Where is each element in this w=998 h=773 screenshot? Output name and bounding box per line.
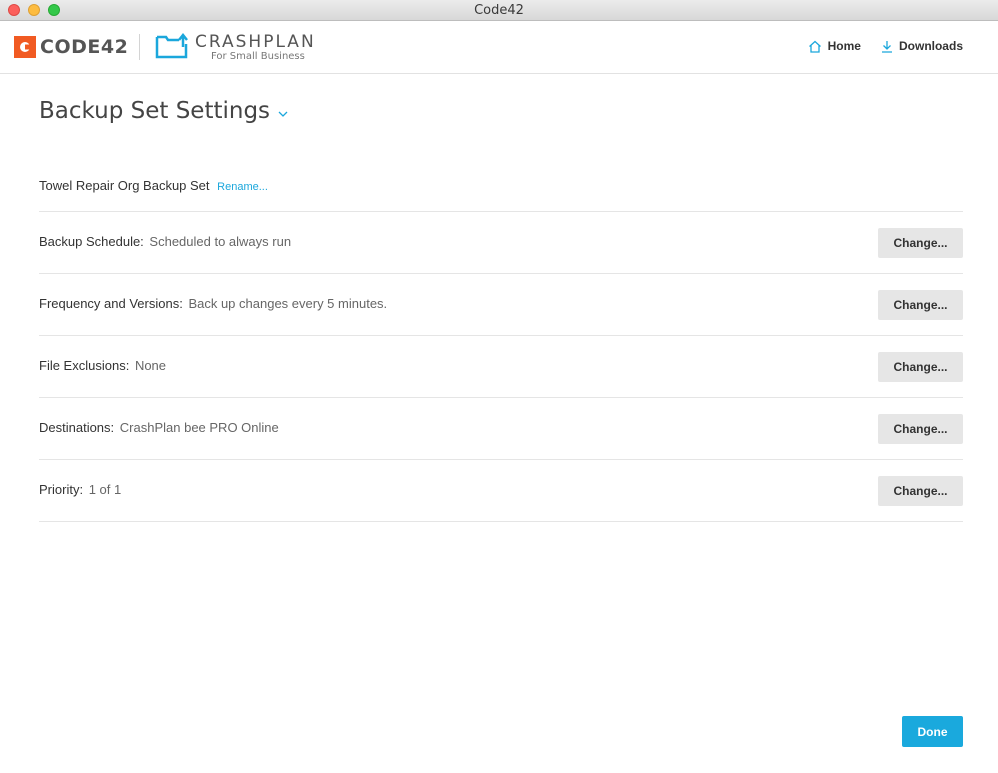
- setting-row-priority: Priority: 1 of 1 Change...: [39, 460, 963, 522]
- backup-set-name-row: Towel Repair Org Backup Set Rename...: [39, 150, 963, 212]
- settings-list: Towel Repair Org Backup Set Rename... Ba…: [39, 150, 963, 522]
- setting-label: Backup Schedule:: [39, 234, 144, 249]
- setting-value: 1 of 1: [88, 482, 122, 497]
- setting-row-destinations: Destinations: CrashPlan bee PRO Online C…: [39, 398, 963, 460]
- nav-downloads-label: Downloads: [898, 39, 963, 53]
- setting-label: Frequency and Versions:: [39, 296, 183, 311]
- setting-value: Scheduled to always run: [149, 234, 292, 249]
- change-destinations-button[interactable]: Change...: [878, 414, 963, 444]
- crashplan-folder-icon: [155, 33, 188, 59]
- nav-home-label: Home: [827, 39, 861, 53]
- crashplan-logo: CRASHPLAN For Small Business: [155, 33, 316, 62]
- window-titlebar: Code42: [0, 0, 998, 21]
- setting-row-file-exclusions: File Exclusions: None Change...: [39, 336, 963, 398]
- change-backup-schedule-button[interactable]: Change...: [878, 228, 963, 258]
- app-header: CODE42 CRASHPLAN For Small Business Home…: [0, 21, 998, 74]
- setting-value: Back up changes every 5 minutes.: [188, 296, 388, 311]
- change-priority-button[interactable]: Change...: [878, 476, 963, 506]
- backup-set-name: Towel Repair Org Backup Set: [39, 178, 210, 193]
- chevron-down-icon: [278, 111, 288, 117]
- crashplan-logo-name: CRASHPLAN: [195, 32, 316, 52]
- setting-label: File Exclusions:: [39, 358, 130, 373]
- header-nav: Home Downloads: [808, 39, 963, 53]
- change-frequency-button[interactable]: Change...: [878, 290, 963, 320]
- page-title-dropdown[interactable]: Backup Set Settings: [39, 98, 288, 124]
- setting-label: Destinations:: [39, 420, 115, 435]
- setting-row-frequency-versions: Frequency and Versions: Back up changes …: [39, 274, 963, 336]
- crashplan-logo-subtitle: For Small Business: [211, 51, 305, 62]
- setting-label: Priority:: [39, 482, 84, 497]
- code42-logo-text: CODE42: [40, 36, 129, 58]
- window-title: Code42: [474, 3, 524, 18]
- done-button[interactable]: Done: [902, 716, 963, 747]
- download-icon: [881, 40, 892, 53]
- page-title: Backup Set Settings: [39, 98, 271, 124]
- setting-value: CrashPlan bee PRO Online: [119, 420, 279, 435]
- change-file-exclusions-button[interactable]: Change...: [878, 352, 963, 382]
- nav-downloads-link[interactable]: Downloads: [881, 39, 963, 53]
- rename-link[interactable]: Rename...: [217, 181, 268, 193]
- code42-logo-icon: [14, 36, 36, 58]
- nav-home-link[interactable]: Home: [808, 39, 861, 53]
- code42-logo: CODE42: [14, 35, 128, 59]
- logo-divider: [139, 34, 140, 60]
- setting-row-backup-schedule: Backup Schedule: Scheduled to always run…: [39, 212, 963, 274]
- setting-value: None: [134, 358, 167, 373]
- home-icon: [808, 40, 821, 53]
